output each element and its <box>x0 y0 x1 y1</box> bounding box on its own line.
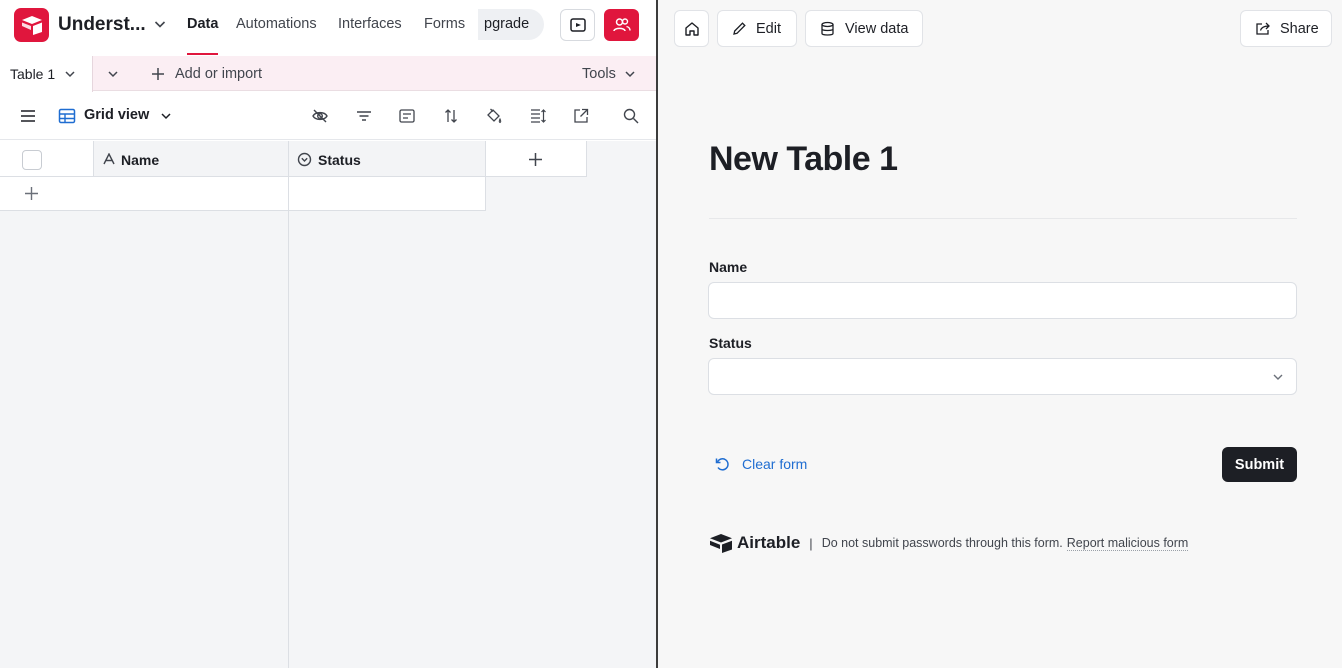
select-all-header <box>0 141 94 177</box>
active-nav-indicator <box>187 53 218 55</box>
share-base-button[interactable] <box>604 9 639 41</box>
form-preview-pane: Edit View data Share New Table 1 Name St… <box>658 0 1342 668</box>
chevron-down-icon <box>1272 371 1284 383</box>
upgrade-button[interactable]: pgrade <box>478 9 544 40</box>
view-toolbar: Grid view <box>0 92 656 140</box>
field-label-name: Name <box>709 259 748 275</box>
clear-form-button[interactable]: Clear form <box>714 456 807 472</box>
column-name-label: Name <box>121 152 160 168</box>
home-icon <box>684 21 700 37</box>
grid-view-icon <box>57 106 77 126</box>
status-select[interactable] <box>708 358 1297 395</box>
chevron-down-icon[interactable] <box>63 67 77 81</box>
group-icon[interactable] <box>397 106 417 126</box>
select-all-checkbox[interactable] <box>22 150 42 170</box>
share-label: Share <box>1280 20 1319 37</box>
hide-fields-icon[interactable] <box>310 106 330 126</box>
filter-icon[interactable] <box>354 106 374 126</box>
form-divider <box>709 218 1297 219</box>
chevron-down-icon[interactable] <box>152 16 168 32</box>
report-malicious-form-link[interactable]: Report malicious form <box>1066 536 1189 551</box>
database-icon <box>820 21 835 37</box>
users-icon <box>612 16 632 34</box>
plus-icon[interactable] <box>150 66 166 82</box>
airtable-logo-icon[interactable] <box>709 533 733 553</box>
view-data-button[interactable]: View data <box>805 10 923 47</box>
search-icon[interactable] <box>621 106 641 126</box>
menu-icon[interactable] <box>18 106 38 126</box>
field-label-status: Status <box>709 335 752 351</box>
table-tab-label: Table 1 <box>10 66 56 82</box>
edit-label: Edit <box>756 20 781 37</box>
clear-form-label: Clear form <box>742 456 808 472</box>
nav-forms[interactable]: Forms <box>424 16 465 32</box>
form-title: New Table 1 <box>709 140 898 178</box>
base-name[interactable]: Underst... <box>58 14 146 36</box>
undo-icon <box>714 456 730 472</box>
chevron-down-icon[interactable] <box>156 106 176 126</box>
launch-interface-button[interactable] <box>560 9 595 41</box>
launch-icon <box>569 16 587 34</box>
home-button[interactable] <box>674 10 709 47</box>
view-data-label: View data <box>845 20 909 37</box>
password-notice: Do not submit passwords through this for… <box>821 536 1063 550</box>
nav-data[interactable]: Data <box>187 16 218 32</box>
base-editor-pane: Underst... Data Automations Interfaces F… <box>0 0 656 668</box>
edit-button[interactable]: Edit <box>717 10 797 47</box>
color-icon[interactable] <box>484 106 504 126</box>
plus-icon <box>528 152 543 167</box>
share-icon <box>1255 21 1271 36</box>
add-field-button[interactable] <box>486 141 587 177</box>
share-view-icon[interactable] <box>571 106 591 126</box>
column-header-status[interactable]: Status <box>289 141 486 177</box>
pencil-icon <box>732 21 747 36</box>
single-select-icon <box>297 152 312 167</box>
column-status-label: Status <box>318 152 361 168</box>
table-tabs-bar: Table 1 Add or import Tools <box>0 56 656 92</box>
add-record-row-cell[interactable] <box>289 177 486 211</box>
add-or-import-button[interactable]: Add or import <box>175 66 262 82</box>
app-header: Underst... Data Automations Interfaces F… <box>0 0 656 55</box>
nav-interfaces[interactable]: Interfaces <box>338 16 402 32</box>
footer-separator: | <box>809 535 813 551</box>
airtable-logo-icon[interactable] <box>14 8 49 42</box>
nav-automations[interactable]: Automations <box>236 16 317 32</box>
name-input[interactable] <box>708 282 1297 319</box>
column-header-name[interactable]: Name <box>94 141 289 177</box>
share-button[interactable]: Share <box>1240 10 1332 47</box>
add-record-row[interactable] <box>0 177 289 211</box>
airtable-wordmark[interactable]: Airtable <box>737 533 800 553</box>
row-height-icon[interactable] <box>528 106 548 126</box>
text-field-icon <box>103 153 115 165</box>
sort-icon[interactable] <box>441 106 461 126</box>
chevron-down-icon[interactable] <box>623 67 637 81</box>
submit-button[interactable]: Submit <box>1222 447 1297 482</box>
plus-icon <box>24 186 39 201</box>
tools-menu[interactable]: Tools <box>582 66 616 82</box>
column-divider <box>288 211 289 668</box>
tab-table-1[interactable]: Table 1 <box>0 56 93 92</box>
all-tables-chevron-icon[interactable] <box>106 67 120 81</box>
form-footer: Airtable | Do not submit passwords throu… <box>709 533 1189 553</box>
grid-view: Name Status <box>0 141 656 668</box>
view-name[interactable]: Grid view <box>84 107 149 123</box>
